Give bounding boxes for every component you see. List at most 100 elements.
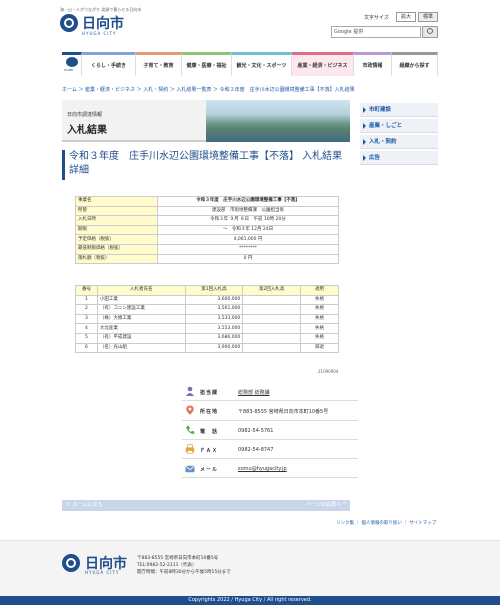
cell-bid1: 3,600,000 [184,294,244,306]
bid-info-table: 事業名 令和３年度 庄手川水辺公園環境整備工事【不落】 所管 建設部 市街地整備課 … [75,196,339,265]
cell-bid1: 3,533,000 [184,313,244,325]
contact-tel-label: 電 話 [200,429,219,435]
cell-number: 5 [75,332,98,344]
cell-bid1: 3,686,000 [184,332,244,344]
table-header-row: 番号 入札者氏名 第1回入札高 第2回入札高 適用 [75,285,339,296]
contact-address-label: 所在地 [200,409,219,415]
contact-tel-value: 0982-54-5761 [238,428,274,434]
column-header: 入札者氏名 [96,285,186,296]
nav-item-life[interactable]: くらし・手続き [82,52,136,76]
coast-photo [206,100,350,142]
site-brand-en: HYUGA CITY [82,31,117,36]
cell-number: 2 [75,304,98,315]
footer-hours: 開庁時間：午前8時30分から午後5時15分まで [137,570,231,575]
cell-number: 6 [75,342,98,354]
table-row: 5 （有）平成建設 3,686,000 失格 [75,332,339,344]
nav-home-label: HOME [64,68,74,72]
table-value: 4,061,000 円 [157,234,339,245]
home-icon [66,57,78,67]
contact-dept-link[interactable]: 総務部 総務課 [238,389,270,396]
table-label: 入札日時 [75,215,158,226]
table-row: 予定価格（税抜） 4,061,000 円 [75,234,339,245]
search-input-text: Google 提供 [334,29,364,35]
copyright: Copyrights 2022 / Hyuga City / All right… [188,597,312,603]
cell-number: 4 [75,323,98,334]
nav-item-cityinfo[interactable]: 市政情報 [354,52,392,76]
back-home-link[interactable]: ＜ ホームに戻る [66,501,102,508]
contact-dept-label: 担当課 [200,390,219,396]
cell-bid2 [242,294,302,306]
location-pin-icon [186,405,194,415]
mail-icon [185,465,195,473]
cell-bid2 [242,313,302,325]
table-label: 期限 [75,224,158,236]
side-menu-item-industry[interactable]: 産業・しごと [360,119,438,133]
contact-fax-label: ＦＡＸ [200,448,219,454]
contact-mail-link[interactable]: somu@hyugacity.jp [238,466,287,472]
cell-bidder: （名）光山組 [96,342,186,354]
side-menu-item-bidding[interactable]: 入札・契約 [360,135,438,149]
cell-bidder: 大北産業 [96,323,186,334]
side-menu-item-ads[interactable]: 広告 [360,151,438,165]
divider [182,458,358,459]
cell-status: 失格 [300,294,339,306]
nav-item-organization[interactable]: 組織から探す [392,52,438,76]
banner-subtitle: 日向市調達情報 [67,112,103,118]
table-value: 建設部 市街地整備課 公園担当係 [157,205,339,217]
nav-item-childcare[interactable]: 子育て・教育 [136,52,182,76]
table-row: 6 （名）光山組 3,900,000 辞退 [75,342,339,354]
table-value: 令和３年 ９月 ８日 午前 10時 20分 [157,215,339,226]
font-size-large-button[interactable]: 拡大 [396,12,416,22]
cell-bid2 [242,342,302,354]
table-label: 落札額（税抜） [75,253,158,265]
cell-number: 1 [75,294,98,306]
table-row: 1 小田工業 3,600,000 失格 [75,294,339,306]
table-label: 事業名 [75,196,158,207]
font-size-label: 文字サイズ [364,15,389,21]
banner-title: 入札結果 [67,125,107,136]
divider [182,400,358,401]
table-row: 最低制限価格（税抜） ******** [75,243,339,255]
contact-fax-value: 0982-54-8747 [238,447,274,453]
cell-bidder: （有）コニシ建設工業 [96,304,186,315]
site-brand[interactable]: 日向市 [82,13,124,33]
cell-bidder: （有）平成建設 [96,332,186,344]
table-row: 4 大北産業 3,553,000 失格 [75,323,339,334]
page-top-link[interactable]: ページの先頭へ ^ [306,501,347,508]
column-header: 第1回入札高 [184,285,244,296]
column-header: 番号 [75,285,98,296]
contact-mail-label: メール [200,467,219,473]
footer-links[interactable]: リンク集 ｜ 個人情報の取り扱い ｜ サイトマップ [336,520,436,526]
nav-item-tourism[interactable]: 観光・文化・スポーツ [232,52,292,76]
bidder-table: 番号 入札者氏名 第1回入札高 第2回入札高 適用 1 小田工業 3,600,000… [75,285,339,354]
cell-status: 失格 [300,332,339,344]
nav-item-industry[interactable]: 産業・経済・ビジネス [292,52,354,76]
table-label: 予定価格（税抜） [75,234,158,245]
cell-bid2 [242,323,302,334]
column-header: 第2回入札高 [242,285,302,296]
cell-status: 失格 [300,313,339,325]
table-label: 所管 [75,205,158,217]
record-code: 21090904 [318,369,339,374]
font-size-standard-button[interactable]: 標準 [418,12,438,22]
cell-bid1: 3,553,000 [184,323,244,334]
table-row: 落札額（税抜） 0 円 [75,253,339,265]
cell-number: 3 [75,313,98,325]
breadcrumb[interactable]: ホーム ＞ 産業・経済・ビジネス ＞ 入札・契約 ＞ 入札結果一覧表 ＞ 令和３… [62,86,355,93]
table-row: 3 （株）大樹工業 3,533,000 失格 [75,313,339,325]
phone-icon [186,426,195,434]
fax-icon [185,444,195,454]
cell-status: 辞退 [300,342,339,354]
footer-logo-dot [68,560,74,566]
page-title: 令和３年度 庄手川水辺公園環境整備工事【不落】 入札結果 詳細 [69,151,343,176]
table-row: 期限〜 令和３年 12月 24日 [75,224,339,236]
cell-status: 失格 [300,323,339,334]
footer-tel: TEL:0982-52-2111（代表） [137,563,197,568]
nav-item-health[interactable]: 健康・医療・福祉 [182,52,232,76]
title-accent [62,150,65,180]
search-icon [427,28,433,34]
cell-bid1: 3,900,000 [184,342,244,354]
side-menu-item-construction[interactable]: 市町建設 [360,103,438,117]
divider [182,477,358,478]
table-row: 所管 建設部 市街地整備課 公園担当係 [75,205,339,217]
